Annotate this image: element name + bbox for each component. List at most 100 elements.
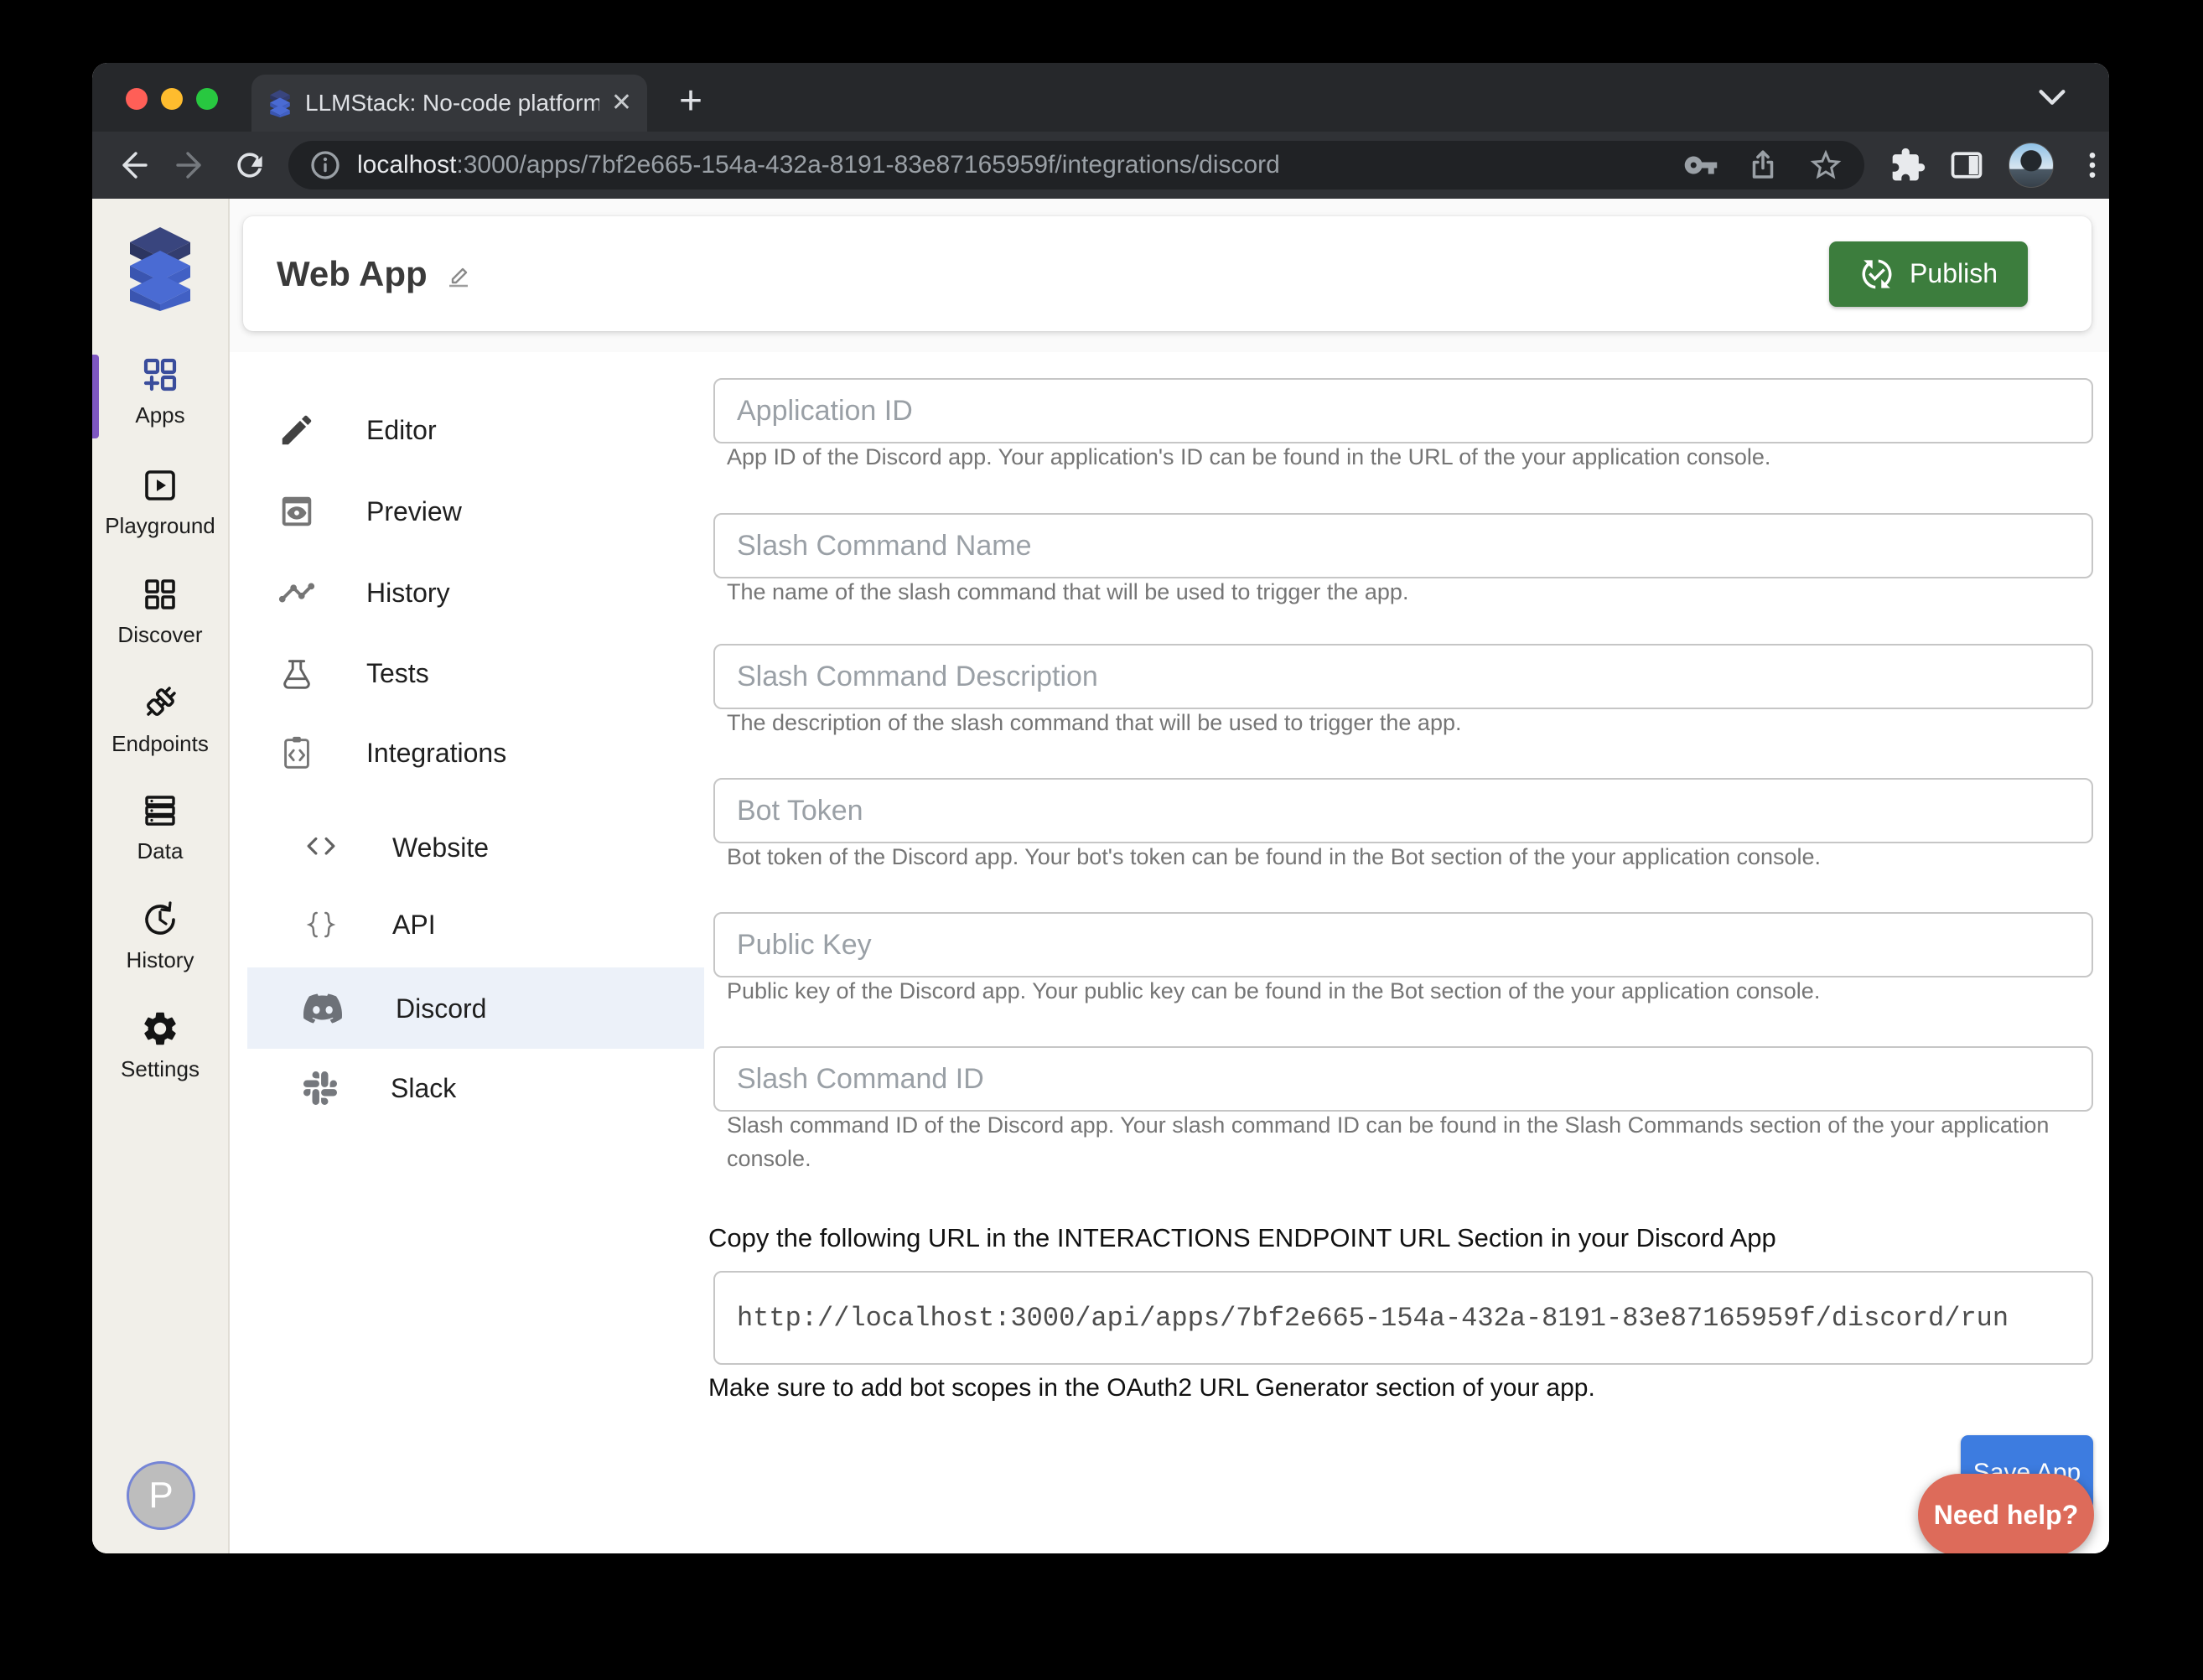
tab-tests[interactable]: Tests: [277, 654, 429, 692]
browser-window: LLMStack: No-code platform to ✕ + localh…: [92, 63, 2109, 1553]
address-bar[interactable]: localhost:3000/apps/7bf2e665-154a-432a-8…: [288, 141, 1864, 189]
discord-icon: [303, 989, 342, 1028]
tab-label: Preview: [366, 495, 462, 526]
browser-tab[interactable]: LLMStack: No-code platform to ✕: [251, 75, 647, 132]
new-tab-button[interactable]: +: [679, 76, 702, 127]
sidebar-item-label: Discover: [117, 622, 203, 647]
subnav-website[interactable]: Website: [303, 828, 489, 867]
endpoint-instructions-heading: Copy the following URL in the INTERACTIO…: [708, 1223, 1776, 1252]
favicon-llmstack-icon: [267, 89, 293, 117]
tab-label: Integrations: [366, 737, 507, 768]
application-id-field[interactable]: [713, 378, 2093, 443]
url-path: :3000/apps/7bf2e665-154a-432a-8191-83e87…: [456, 151, 1280, 179]
field-helper-text: Public key of the Discord app. Your publ…: [727, 978, 1821, 1003]
sidebar-item-playground[interactable]: Playground: [92, 465, 228, 539]
tab-title: LLMStack: No-code platform to: [305, 90, 599, 116]
preview-icon: [277, 492, 316, 531]
tab-close-icon[interactable]: ✕: [611, 91, 632, 116]
timeline-icon: [277, 573, 316, 612]
menu-dots-icon[interactable]: [2076, 147, 2109, 184]
subnav-label: Slack: [391, 1072, 457, 1103]
edit-title-icon[interactable]: [443, 259, 473, 289]
traffic-minimize-button[interactable]: [161, 88, 183, 110]
share-icon[interactable]: [1745, 148, 1781, 183]
tab-label: Tests: [366, 657, 429, 688]
sidebar-item-settings[interactable]: Settings: [92, 1009, 228, 1082]
tab-strip: LLMStack: No-code platform to ✕ +: [92, 63, 2109, 132]
slideshow-icon: [140, 465, 180, 506]
dashboard-customize-icon: [140, 355, 180, 395]
subnav-label: API: [392, 909, 436, 940]
publish-sync-check-icon: [1859, 257, 1895, 292]
subnav-api[interactable]: API: [303, 905, 436, 944]
plug-icon: [139, 682, 181, 723]
field-helper-text: The description of the slash command tha…: [727, 710, 1462, 735]
page-title: Web App: [277, 253, 428, 293]
tab-label: History: [366, 577, 450, 608]
bot-token-field[interactable]: [713, 778, 2093, 843]
subnav-label: Discord: [396, 993, 487, 1024]
slash-command-description-field[interactable]: [713, 644, 2093, 709]
history-clock-icon: [140, 900, 180, 940]
slash-command-name-field[interactable]: [713, 513, 2093, 578]
integration-icon: [277, 734, 316, 772]
pencil-icon: [277, 411, 316, 449]
sidebar-item-endpoints[interactable]: Endpoints: [92, 682, 228, 757]
app-sidebar: Apps Playground Discover Endpoints Data …: [92, 199, 230, 1553]
app-header-card: Web App Publish: [243, 216, 2092, 331]
flask-icon: [277, 654, 316, 692]
tab-integrations[interactable]: Integrations: [277, 734, 506, 772]
sidebar-item-apps[interactable]: Apps: [92, 355, 228, 428]
forward-icon[interactable]: [173, 147, 210, 184]
profile-avatar[interactable]: [2009, 143, 2054, 188]
tab-editor[interactable]: Editor: [277, 411, 437, 449]
tab-label: Editor: [366, 414, 437, 445]
bookmark-star-icon[interactable]: [1807, 147, 1844, 184]
url-host: localhost: [357, 151, 457, 179]
field-helper-text: The name of the slash command that will …: [727, 579, 1409, 604]
bot-scopes-note: Make sure to add bot scopes in the OAuth…: [708, 1374, 1595, 1402]
sidebar-item-label: History: [126, 947, 194, 972]
subnav-slack[interactable]: Slack: [303, 1069, 456, 1107]
storage-icon: [140, 791, 180, 831]
tab-history[interactable]: History: [277, 573, 450, 612]
curly-braces-icon: [303, 907, 339, 942]
endpoint-url-box[interactable]: http://localhost:3000/api/apps/7bf2e665-…: [713, 1271, 2093, 1365]
browser-toolbar: localhost:3000/apps/7bf2e665-154a-432a-8…: [92, 132, 2109, 199]
reload-icon[interactable]: [231, 147, 268, 184]
endpoint-url-text: http://localhost:3000/api/apps/7bf2e665-…: [737, 1302, 2009, 1334]
publish-button[interactable]: Publish: [1829, 241, 2028, 307]
grid-view-icon: [140, 574, 180, 614]
field-helper-text: App ID of the Discord app. Your applicat…: [727, 444, 1771, 469]
side-panel-icon[interactable]: [1948, 147, 1985, 184]
need-help-button[interactable]: Need help?: [1918, 1474, 2094, 1553]
page-content: Apps Playground Discover Endpoints Data …: [92, 199, 2109, 1553]
tab-preview[interactable]: Preview: [277, 492, 462, 531]
subnav-discord[interactable]: Discord: [303, 989, 486, 1028]
back-icon[interactable]: [114, 147, 151, 184]
gear-icon: [140, 1009, 180, 1049]
sidebar-item-label: Settings: [121, 1056, 200, 1081]
sidebar-item-label: Apps: [135, 402, 185, 428]
sidebar-item-data[interactable]: Data: [92, 791, 228, 864]
field-helper-text: Slash command ID of the Discord app. You…: [727, 1112, 2050, 1171]
publish-label: Publish: [1910, 258, 1998, 288]
field-helper-text: Bot token of the Discord app. Your bot's…: [727, 844, 1822, 869]
url-text: localhost:3000/apps/7bf2e665-154a-432a-8…: [357, 151, 1668, 179]
tab-search-chevron-icon[interactable]: [2035, 85, 2069, 110]
password-key-icon[interactable]: [1683, 148, 1718, 183]
traffic-close-button[interactable]: [126, 88, 148, 110]
site-info-icon[interactable]: [308, 148, 342, 182]
slash-command-id-field[interactable]: [713, 1046, 2093, 1112]
traffic-zoom-button[interactable]: [196, 88, 218, 110]
sidebar-item-label: Endpoints: [111, 731, 209, 756]
sidebar-item-label: Data: [137, 838, 184, 863]
extensions-puzzle-icon[interactable]: [1889, 147, 1926, 184]
user-avatar[interactable]: P: [127, 1461, 195, 1530]
code-brackets-icon: [303, 830, 339, 865]
slack-icon: [303, 1071, 337, 1105]
public-key-field[interactable]: [713, 912, 2093, 977]
sidebar-item-history[interactable]: History: [92, 900, 228, 973]
llmstack-logo-icon: [120, 224, 200, 311]
sidebar-item-discover[interactable]: Discover: [92, 574, 228, 648]
